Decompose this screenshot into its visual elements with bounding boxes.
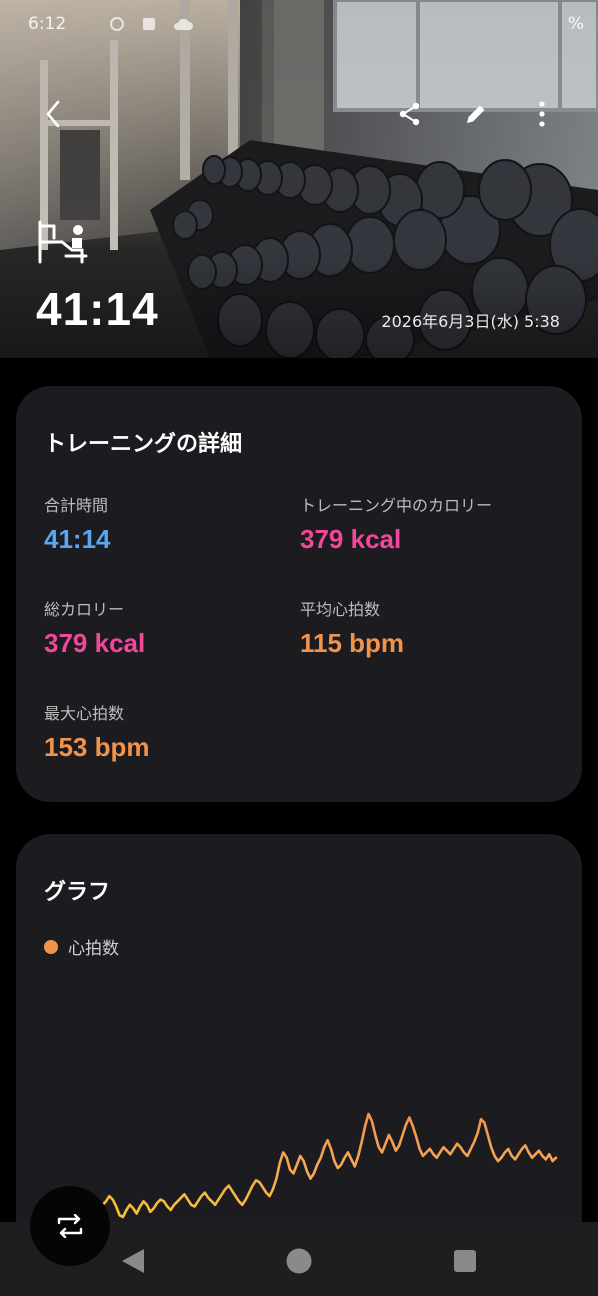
details-title: トレーニングの詳細 [44, 432, 243, 457]
stat-label: 平均心拍数 [300, 600, 381, 619]
share-button[interactable] [394, 96, 426, 132]
stat-workout-calories: トレーニング中のカロリー 379 kcal [300, 492, 492, 555]
stat-label: トレーニング中のカロリー [300, 496, 493, 515]
status-icons [108, 16, 193, 32]
stat-value: 41:14 [44, 524, 111, 554]
status-bar: 6:12 % [0, 10, 598, 40]
switch-view-button[interactable] [30, 1186, 110, 1266]
stat-label: 最大心拍数 [44, 704, 125, 723]
cloud-icon [172, 16, 193, 32]
training-details-card: トレーニングの詳細 合計時間 41:14 トレーニング中のカロリー 379 kc… [16, 386, 582, 802]
notification-icon [108, 16, 126, 32]
stat-value: 115 bpm [300, 628, 405, 658]
stat-label: 合計時間 [44, 496, 109, 515]
stat-average-heart-rate: 平均心拍数 115 bpm [300, 596, 404, 659]
switch-view-icon [57, 1214, 83, 1238]
more-options-button[interactable] [526, 96, 558, 132]
graph-card: グラフ 心拍数 [16, 834, 582, 1254]
stat-label: 総カロリー [44, 600, 125, 619]
heart-rate-series-line [46, 1112, 558, 1224]
stat-value: 379 kcal [300, 524, 402, 554]
stat-total-calories: 総カロリー 379 kcal [44, 596, 145, 659]
nav-recents-icon[interactable] [450, 1246, 480, 1276]
nav-home-icon[interactable] [284, 1246, 314, 1276]
battery-indicator: % [567, 14, 584, 34]
weight-machine-icon [38, 220, 88, 264]
hero-banner: 6:12 % 41:14 2026年6月3日(水) 5:38 [0, 0, 598, 358]
app-notification-icon [140, 16, 158, 32]
stat-max-heart-rate: 最大心拍数 153 bpm [44, 700, 150, 763]
more-vertical-icon [539, 101, 545, 127]
workout-datetime: 2026年6月3日(水) 5:38 [381, 312, 560, 331]
share-icon [399, 102, 420, 126]
chevron-left-icon [46, 100, 60, 128]
stat-value: 379 kcal [44, 628, 146, 658]
stat-total-time: 合計時間 41:14 [44, 492, 111, 555]
edit-button[interactable] [460, 96, 492, 132]
pencil-icon [467, 105, 485, 123]
nav-back-icon[interactable] [118, 1246, 148, 1276]
hero-duration: 41:14 [36, 283, 159, 335]
stat-value: 153 bpm [44, 732, 150, 762]
status-time: 6:12 [28, 14, 67, 34]
heart-rate-chart [46, 1112, 558, 1224]
back-button[interactable] [36, 96, 72, 132]
header-actions [394, 96, 558, 132]
